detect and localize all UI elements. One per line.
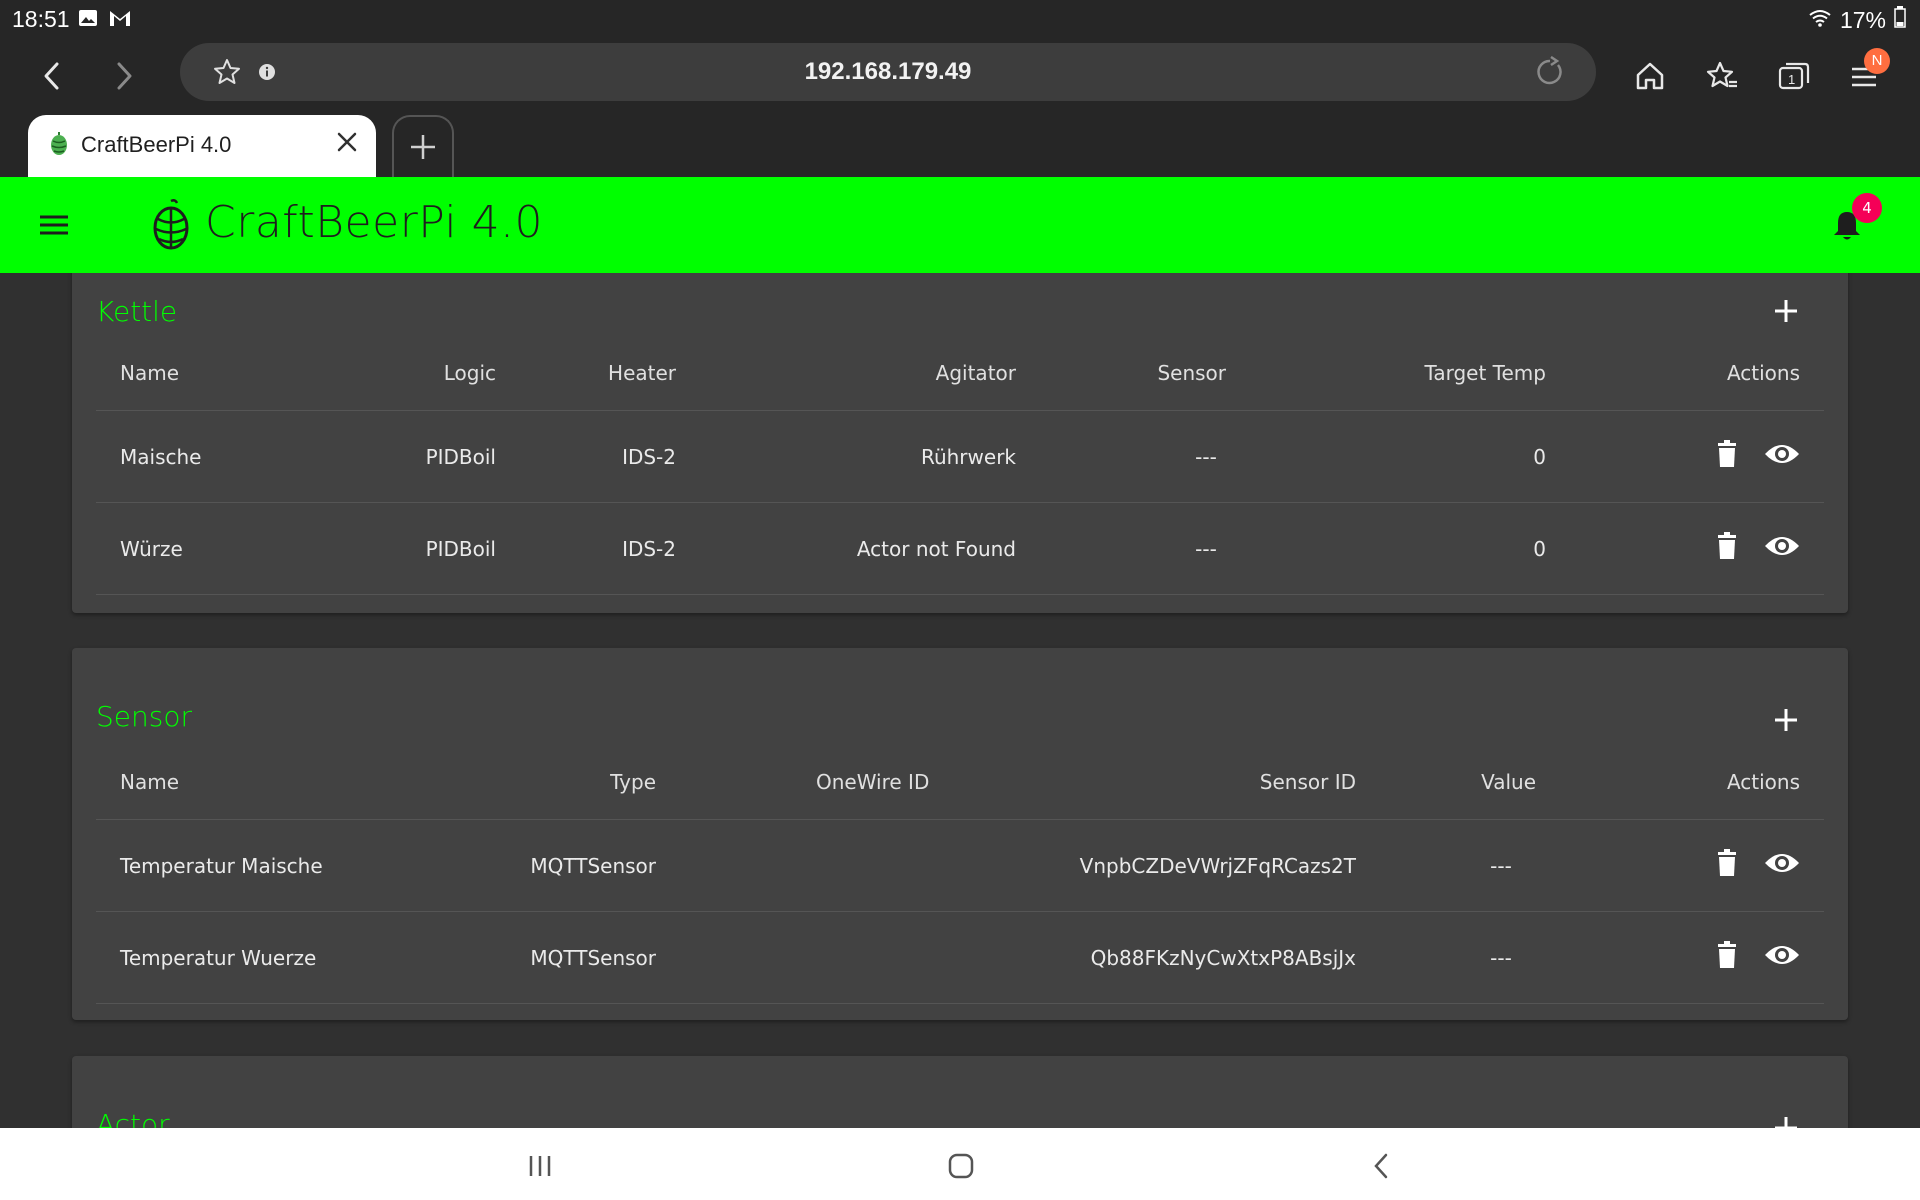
- battery-icon: [1894, 6, 1906, 34]
- cell-value: ---: [1490, 853, 1512, 878]
- gmail-icon: [108, 8, 132, 34]
- hamburger-menu-icon[interactable]: [36, 210, 72, 244]
- cell-target-temp: 0: [1533, 444, 1546, 469]
- home-button[interactable]: [1628, 54, 1672, 98]
- kettle-title: Kettle: [96, 295, 178, 328]
- view-eye-icon[interactable]: [1764, 943, 1800, 972]
- table-row: Würze PIDBoil IDS-2 Actor not Found --- …: [96, 503, 1824, 595]
- view-eye-icon[interactable]: [1764, 442, 1800, 471]
- cell-target-temp: 0: [1533, 536, 1546, 561]
- tab-strip: CraftBeerPi 4.0: [0, 113, 1920, 177]
- kettle-table: Name Logic Heater Agitator Sensor Target…: [96, 335, 1824, 595]
- add-kettle-button[interactable]: [1772, 297, 1800, 329]
- header-name: Name: [120, 769, 180, 794]
- table-row: Temperatur Maische MQTTSensor VnpbCZDeVW…: [96, 820, 1824, 912]
- reload-icon[interactable]: [1534, 55, 1566, 92]
- close-tab-icon[interactable]: [334, 129, 360, 159]
- cell-sensor-id: Qb88FKzNyCwXtxP8ABsjJx: [1090, 945, 1356, 970]
- tab-craftbeerpi[interactable]: CraftBeerPi 4.0: [28, 115, 376, 177]
- cell-name: Würze: [120, 536, 183, 561]
- table-row: Maische PIDBoil IDS-2 Rührwerk --- 0: [96, 411, 1824, 503]
- actor-card: Actor: [72, 1056, 1848, 1128]
- gallery-icon: [78, 8, 98, 34]
- profile-badge[interactable]: N: [1864, 48, 1890, 74]
- header-onewire-id: OneWire ID: [816, 769, 930, 794]
- cell-sensor: ---: [1195, 536, 1217, 561]
- header-logic: Logic: [443, 360, 496, 385]
- cell-logic: PIDBoil: [425, 444, 496, 469]
- cell-value: ---: [1490, 945, 1512, 970]
- back-button[interactable]: [30, 54, 74, 98]
- cell-type: MQTTSensor: [530, 945, 656, 970]
- home-nav-icon[interactable]: [941, 1148, 981, 1184]
- header-heater: Heater: [608, 360, 676, 385]
- wifi-icon: [1808, 7, 1832, 34]
- sensor-title: Sensor: [96, 700, 192, 733]
- app-title: CraftBeerPi 4.0: [205, 197, 544, 248]
- notification-count-badge: 4: [1852, 193, 1882, 223]
- kettle-card: Kettle Name Logic Heater Agitator Sensor…: [72, 273, 1848, 613]
- header-sensor: Sensor: [1157, 360, 1226, 385]
- header-actions: Actions: [1726, 360, 1800, 385]
- cell-name: Temperatur Wuerze: [120, 945, 317, 970]
- system-nav-bar: [0, 1128, 1920, 1200]
- back-nav-icon[interactable]: [1362, 1148, 1402, 1184]
- battery-level: 17%: [1839, 6, 1886, 33]
- hop-favicon-icon: [48, 131, 70, 161]
- address-bar[interactable]: 192.168.179.49: [180, 43, 1596, 101]
- cell-logic: PIDBoil: [425, 536, 496, 561]
- row-actions: [1676, 820, 1800, 911]
- tab-title: CraftBeerPi 4.0: [81, 132, 232, 157]
- url-text: 192.168.179.49: [804, 58, 972, 85]
- cell-name: Temperatur Maische: [120, 853, 323, 878]
- svg-text:1: 1: [1788, 72, 1795, 87]
- delete-icon[interactable]: [1716, 440, 1738, 473]
- new-tab-button[interactable]: [392, 115, 454, 177]
- bookmarks-button[interactable]: [1700, 54, 1744, 98]
- table-row: Temperatur Wuerze MQTTSensor Qb88FKzNyCw…: [96, 912, 1824, 1004]
- view-eye-icon[interactable]: [1764, 851, 1800, 880]
- main-content: Kettle Name Logic Heater Agitator Sensor…: [0, 273, 1920, 1128]
- add-sensor-button[interactable]: [1772, 706, 1800, 738]
- table-header-row: Name Type OneWire ID Sensor ID Value Act…: [96, 744, 1824, 820]
- forward-button[interactable]: [102, 54, 146, 98]
- actor-title: Actor: [96, 1108, 170, 1128]
- header-target-temp: Target Temp: [1424, 360, 1546, 385]
- header-name: Name: [120, 360, 180, 385]
- cell-agitator: Rührwerk: [920, 444, 1016, 469]
- recent-apps-icon[interactable]: [520, 1148, 560, 1184]
- table-header-row: Name Logic Heater Agitator Sensor Target…: [96, 335, 1824, 411]
- cell-type: MQTTSensor: [530, 853, 656, 878]
- hop-logo-icon: [148, 199, 194, 255]
- row-actions: [1676, 503, 1800, 594]
- header-type: Type: [610, 769, 656, 794]
- sensor-table: Name Type OneWire ID Sensor ID Value Act…: [96, 744, 1824, 1004]
- cell-heater: IDS-2: [622, 444, 676, 469]
- cell-sensor: ---: [1195, 444, 1217, 469]
- delete-icon[interactable]: [1716, 941, 1738, 974]
- status-time: 18:51: [12, 6, 70, 32]
- row-actions: [1676, 411, 1800, 502]
- view-eye-icon[interactable]: [1764, 534, 1800, 563]
- header-sensor-id: Sensor ID: [1259, 769, 1356, 794]
- sensor-card: Sensor Name Type OneWire ID Sensor ID Va…: [72, 648, 1848, 1020]
- delete-icon[interactable]: [1716, 532, 1738, 565]
- app-header: CraftBeerPi 4.0 4: [0, 177, 1920, 273]
- browser-toolbar: 192.168.179.49 1 N: [0, 38, 1920, 113]
- cell-name: Maische: [120, 444, 202, 469]
- row-actions: [1676, 912, 1800, 1003]
- cell-agitator: Actor not Found: [856, 536, 1016, 561]
- cell-sensor-id: VnpbCZDeVWrjZFqRCazs2T: [1079, 853, 1356, 878]
- header-actions: Actions: [1726, 769, 1800, 794]
- header-agitator: Agitator: [935, 360, 1016, 385]
- delete-icon[interactable]: [1716, 849, 1738, 882]
- add-actor-button[interactable]: [1772, 1114, 1800, 1128]
- status-bar: 18:51 17%: [0, 0, 1920, 38]
- header-value: Value: [1481, 769, 1536, 794]
- tabs-button[interactable]: 1: [1772, 54, 1816, 98]
- cell-heater: IDS-2: [622, 536, 676, 561]
